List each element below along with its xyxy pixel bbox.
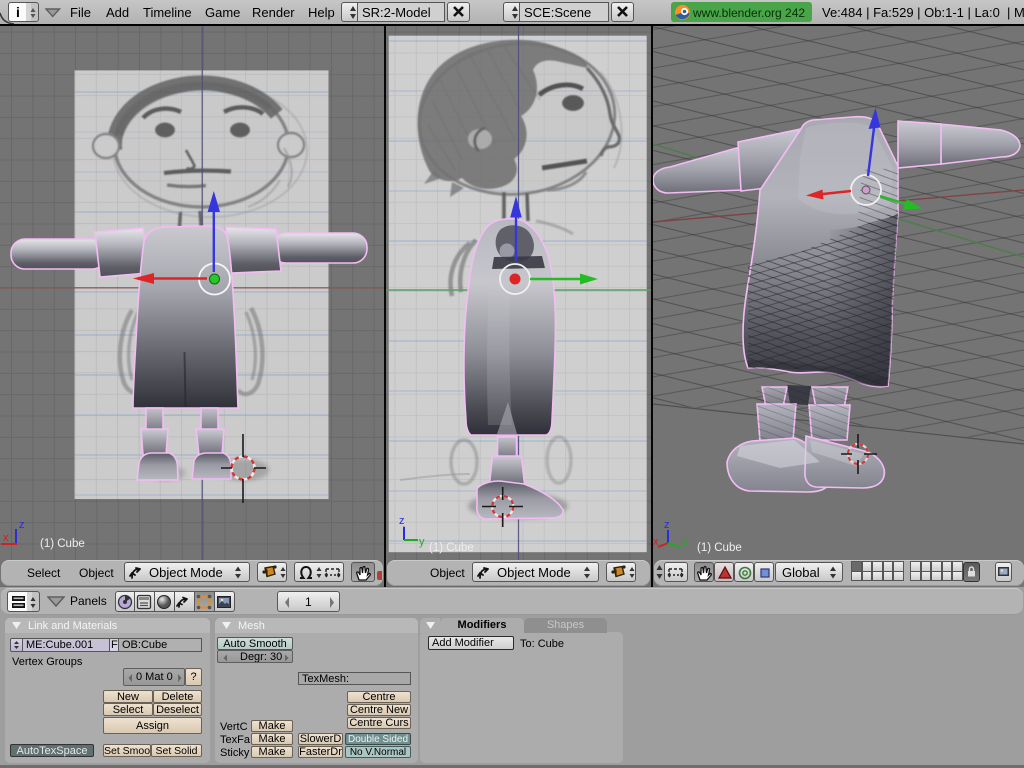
- svg-text:x: x: [3, 532, 9, 544]
- svg-text:z: z: [399, 515, 405, 527]
- svg-text:z: z: [664, 519, 670, 531]
- svg-text:x: x: [653, 536, 659, 548]
- svg-text:y: y: [682, 536, 688, 548]
- svg-text:y: y: [419, 536, 425, 548]
- svg-text:(1) Cube: (1) Cube: [697, 542, 742, 554]
- svg-text:(1) Cube: (1) Cube: [429, 542, 474, 554]
- svg-text:z: z: [19, 519, 25, 531]
- svg-text:(1) Cube: (1) Cube: [40, 538, 85, 550]
